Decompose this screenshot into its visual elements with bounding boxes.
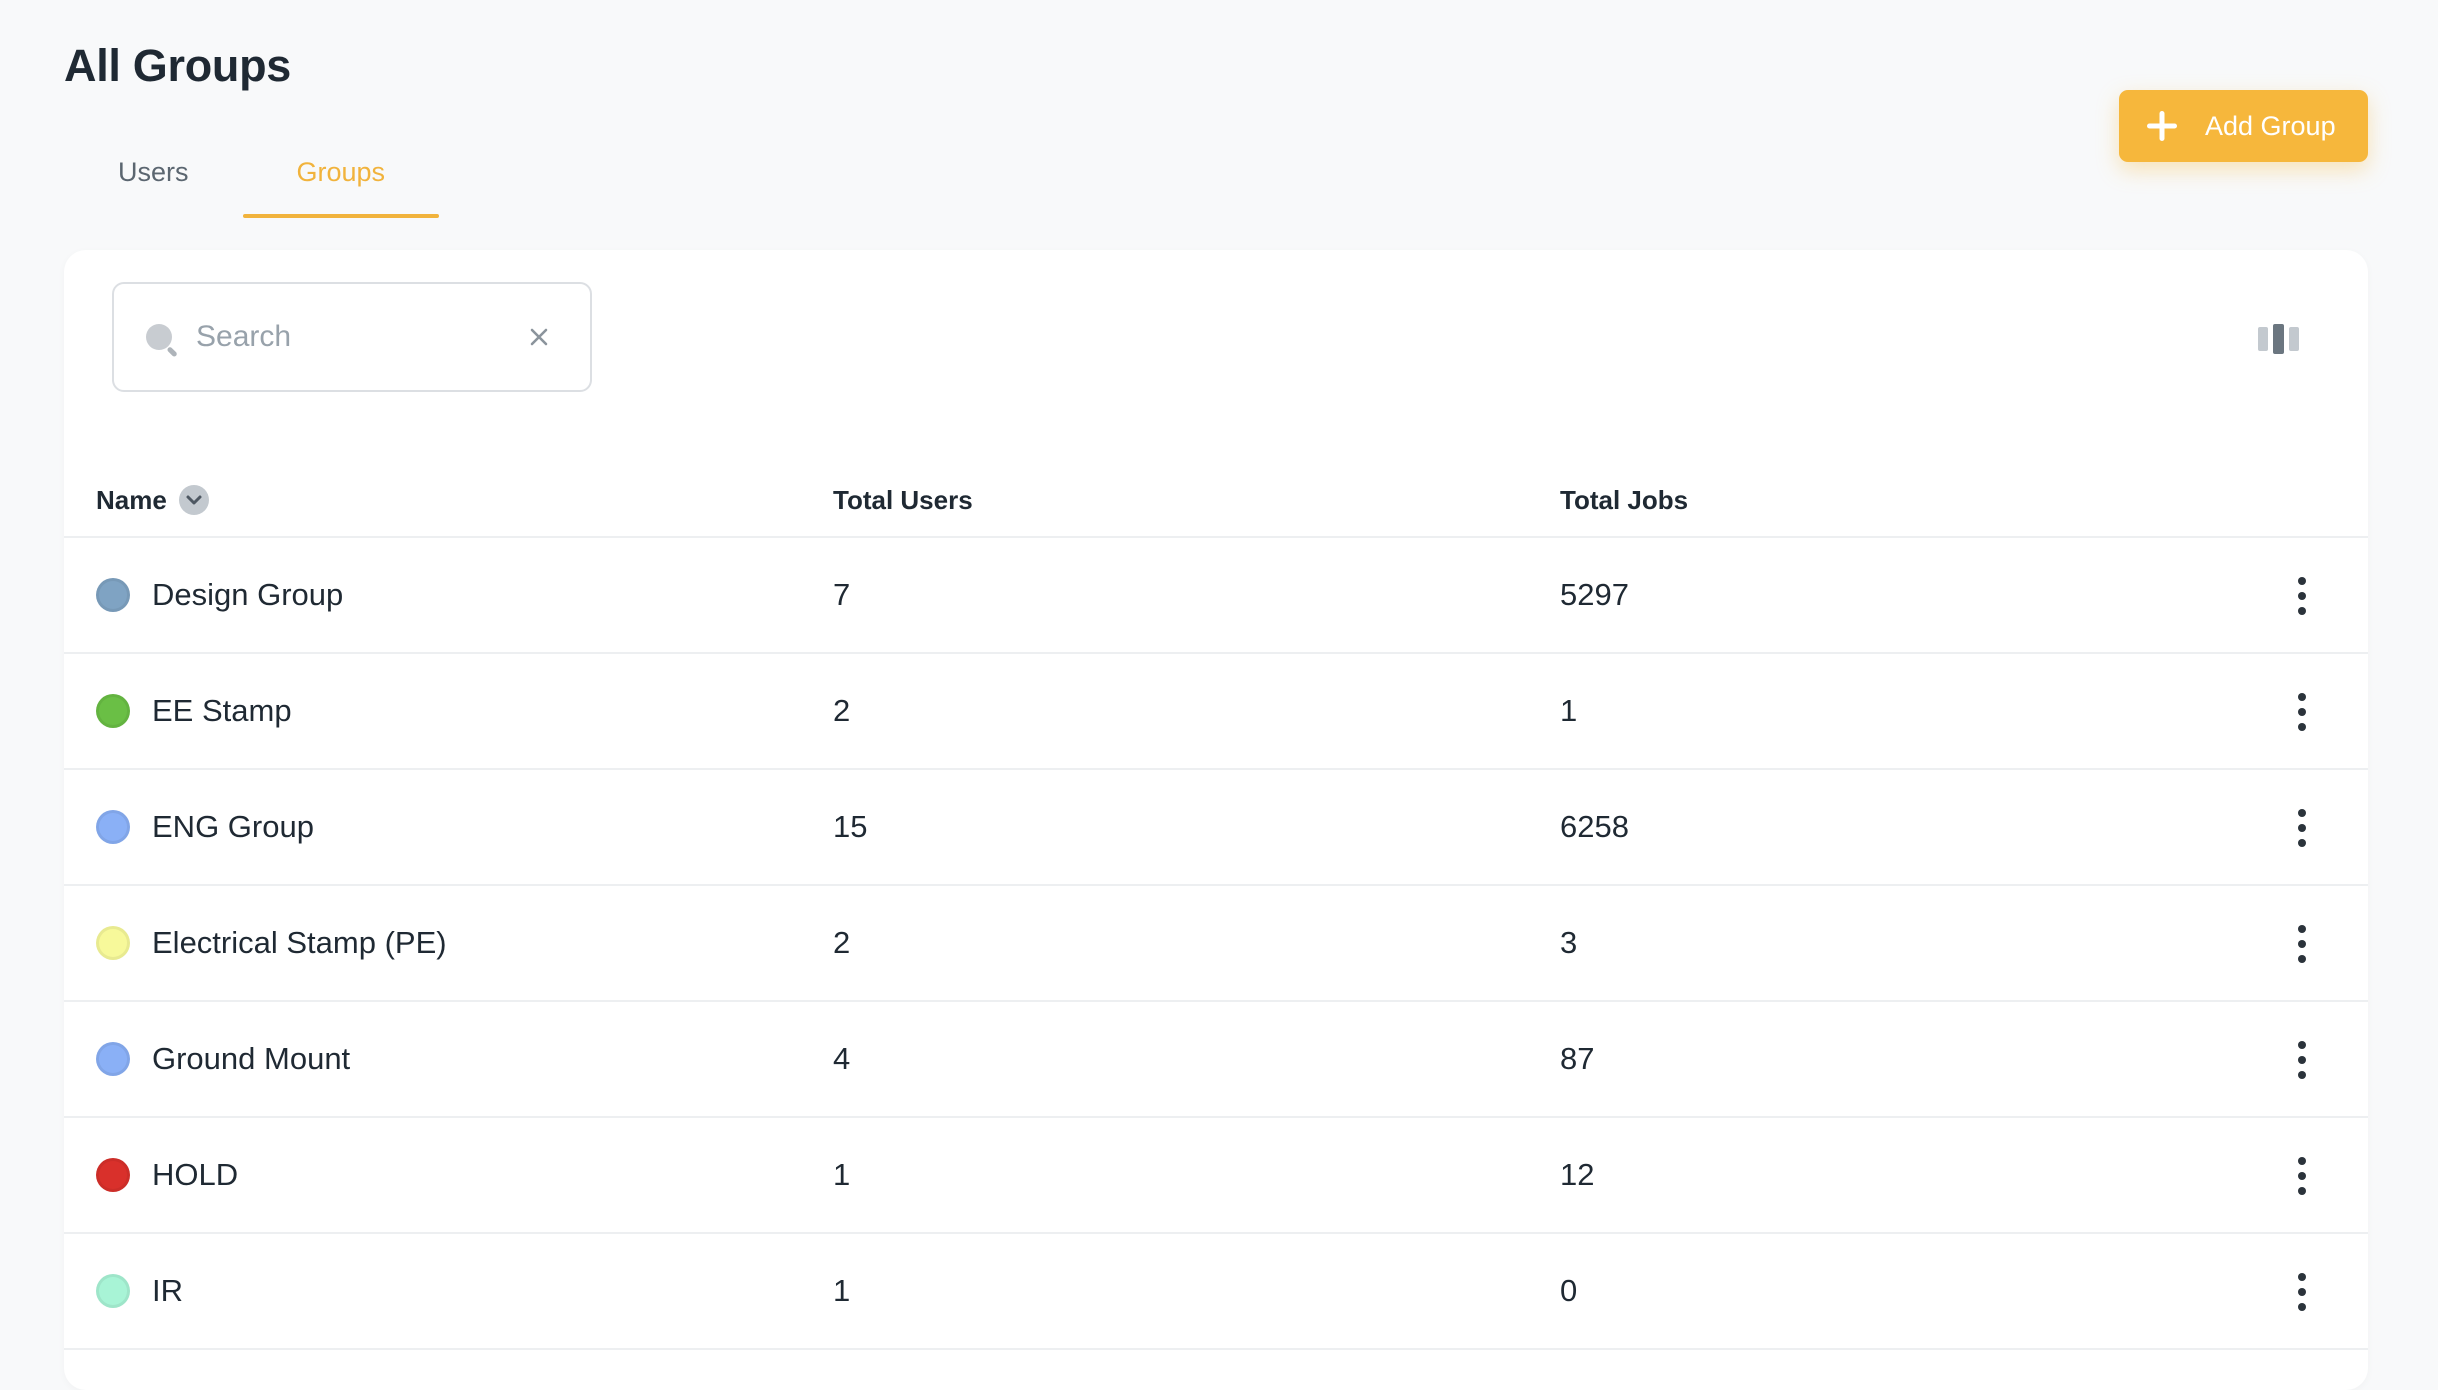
add-group-label: Add Group xyxy=(2205,110,2336,141)
columns-icon[interactable] xyxy=(2258,324,2300,354)
total-users-cell: 4 xyxy=(833,1041,851,1076)
total-jobs-cell: 6258 xyxy=(1560,809,1629,844)
search-icon xyxy=(146,324,177,357)
table-row[interactable]: IR 1 0 xyxy=(64,1234,2368,1350)
total-jobs-cell: 5297 xyxy=(1560,577,1629,612)
group-color-dot xyxy=(96,1274,130,1308)
column-header-total-jobs[interactable]: Total Jobs xyxy=(1560,464,1688,536)
table-body: Design Group 7 5297 EE Stamp 2 1 ENG Gro… xyxy=(64,538,2368,1350)
more-vertical-icon[interactable] xyxy=(2282,922,2322,966)
more-vertical-icon[interactable] xyxy=(2282,1154,2322,1198)
more-vertical-icon[interactable] xyxy=(2282,1038,2322,1082)
groups-table-card: Name Total Users Total Jobs Design Group… xyxy=(64,250,2368,1390)
add-group-button[interactable]: Add Group xyxy=(2119,90,2368,162)
tab-groups[interactable]: Groups xyxy=(242,132,440,218)
table-row[interactable]: HOLD 1 12 xyxy=(64,1118,2368,1234)
total-users-cell: 15 xyxy=(833,809,868,844)
group-color-dot xyxy=(96,1158,130,1192)
plus-icon xyxy=(2147,111,2177,141)
column-header-name[interactable]: Name xyxy=(96,464,209,536)
group-color-dot xyxy=(96,578,130,612)
search-input[interactable] xyxy=(196,312,496,362)
tab-users[interactable]: Users xyxy=(64,132,243,218)
group-name-cell: Ground Mount xyxy=(96,1002,350,1116)
table-row[interactable]: Ground Mount 4 87 xyxy=(64,1002,2368,1118)
group-name: Design Group xyxy=(152,577,344,612)
table-row[interactable]: Design Group 7 5297 xyxy=(64,538,2368,654)
close-icon[interactable] xyxy=(526,324,552,350)
total-users-cell: 1 xyxy=(833,1273,851,1308)
group-name: IR xyxy=(152,1273,183,1308)
group-name: EE Stamp xyxy=(152,693,292,728)
total-users-cell: 1 xyxy=(833,1157,851,1192)
group-name: HOLD xyxy=(152,1157,239,1192)
group-name-cell: Electrical Stamp (PE) xyxy=(96,886,447,1000)
group-name-cell: IR xyxy=(96,1234,183,1348)
column-header-name-label: Name xyxy=(96,484,167,515)
group-color-dot xyxy=(96,1042,130,1076)
tab-bar: Users Groups xyxy=(64,132,439,218)
total-jobs-cell: 0 xyxy=(1560,1273,1578,1308)
table-row[interactable]: Electrical Stamp (PE) 2 3 xyxy=(64,886,2368,1002)
total-jobs-cell: 3 xyxy=(1560,925,1578,960)
group-color-dot xyxy=(96,926,130,960)
group-name-cell: Design Group xyxy=(96,538,343,652)
total-users-cell: 7 xyxy=(833,577,851,612)
page-title: All Groups xyxy=(64,40,292,91)
group-color-dot xyxy=(96,694,130,728)
group-name: ENG Group xyxy=(152,809,314,844)
more-vertical-icon[interactable] xyxy=(2282,574,2322,618)
total-jobs-cell: 12 xyxy=(1560,1157,1595,1192)
table-row[interactable]: EE Stamp 2 1 xyxy=(64,654,2368,770)
group-name: Electrical Stamp (PE) xyxy=(152,925,447,960)
more-vertical-icon[interactable] xyxy=(2282,1270,2322,1314)
total-users-cell: 2 xyxy=(833,925,851,960)
table-row[interactable]: ENG Group 15 6258 xyxy=(64,770,2368,886)
total-jobs-cell: 1 xyxy=(1560,693,1578,728)
total-jobs-cell: 87 xyxy=(1560,1041,1595,1076)
total-users-cell: 2 xyxy=(833,693,851,728)
group-name: Ground Mount xyxy=(152,1041,351,1076)
column-header-total-users[interactable]: Total Users xyxy=(833,464,973,536)
table-header: Name Total Users Total Jobs xyxy=(64,464,2368,538)
group-name-cell: EE Stamp xyxy=(96,654,292,768)
more-vertical-icon[interactable] xyxy=(2282,806,2322,850)
group-name-cell: ENG Group xyxy=(96,770,314,884)
group-color-dot xyxy=(96,810,130,844)
search-box xyxy=(112,282,592,392)
chevron-down-icon[interactable] xyxy=(178,485,209,515)
more-vertical-icon[interactable] xyxy=(2282,690,2322,734)
group-name-cell: HOLD xyxy=(96,1118,238,1232)
